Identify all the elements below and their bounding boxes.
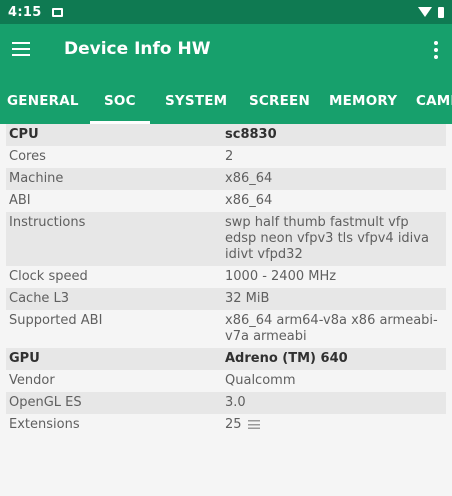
row-value: Qualcomm <box>225 373 296 388</box>
row-label: CPU <box>9 127 39 142</box>
info-row-abi: ABI x86_64 <box>6 190 446 212</box>
row-label: Instructions <box>9 215 86 230</box>
row-value: sc8830 <box>225 127 277 142</box>
menu-icon[interactable] <box>12 42 30 56</box>
tab-general[interactable]: GENERAL <box>7 78 79 124</box>
row-value: 1000 - 2400 MHz <box>225 269 337 284</box>
info-row-opengl-es: OpenGL ES 3.0 <box>6 392 446 414</box>
row-label: Cores <box>9 149 46 164</box>
row-value: x86_64 <box>225 171 273 186</box>
status-bar: 4:15 <box>0 0 452 24</box>
info-row-cpu: CPU sc8830 <box>6 124 446 146</box>
row-value: x86_64 arm64-v8a x86 armeabi-v7a armeabi <box>225 313 438 344</box>
row-label: Supported ABI <box>9 313 103 328</box>
list-icon[interactable] <box>247 420 260 429</box>
tab-camera[interactable]: CAME <box>416 78 452 124</box>
row-label: Clock speed <box>9 269 88 284</box>
row-label: Vendor <box>9 373 55 388</box>
tab-soc[interactable]: SOC <box>90 78 150 124</box>
more-options-icon[interactable] <box>434 41 438 59</box>
wifi-icon <box>418 7 432 17</box>
row-value: 25 <box>225 417 444 433</box>
info-row-gpu: GPU Adreno (TM) 640 <box>6 348 446 370</box>
status-time: 4:15 <box>8 4 42 20</box>
tab-memory[interactable]: MEMORY <box>329 78 397 124</box>
info-row-cores: Cores 2 <box>6 146 446 168</box>
tab-system[interactable]: SYSTEM <box>165 78 227 124</box>
row-value: 3.0 <box>225 395 246 410</box>
row-label: GPU <box>9 351 40 366</box>
row-label: Cache L3 <box>9 291 70 306</box>
info-row-vendor: Vendor Qualcomm <box>6 370 446 392</box>
info-row-extensions[interactable]: Extensions 25 <box>6 414 446 436</box>
info-row-machine: Machine x86_64 <box>6 168 446 190</box>
battery-icon <box>438 6 444 18</box>
tab-screen[interactable]: SCREEN <box>249 78 310 124</box>
info-row-instructions: Instructions swp half thumb fastmult vfp… <box>6 212 446 266</box>
info-row-cache-l3: Cache L3 32 MiB <box>6 288 446 310</box>
extensions-count: 25 <box>225 417 242 432</box>
tab-bar: GENERAL SOC SYSTEM SCREEN MEMORY CAME <box>0 78 452 124</box>
soc-info-list: CPU sc8830 Cores 2 Machine x86_64 ABI x8… <box>6 124 446 436</box>
app-title: Device Info HW <box>64 39 211 59</box>
row-label: ABI <box>9 193 31 208</box>
row-value: 32 MiB <box>225 291 270 306</box>
info-row-clock-speed: Clock speed 1000 - 2400 MHz <box>6 266 446 288</box>
row-value: x86_64 <box>225 193 273 208</box>
notification-icon <box>51 7 63 17</box>
app-bar: Device Info HW <box>0 24 452 78</box>
status-icons <box>418 6 444 18</box>
row-value: Adreno (TM) 640 <box>225 351 348 366</box>
info-row-supported-abi: Supported ABI x86_64 arm64-v8a x86 armea… <box>6 310 446 348</box>
row-label: Machine <box>9 171 64 186</box>
row-label: Extensions <box>9 417 80 432</box>
row-label: OpenGL ES <box>9 395 82 410</box>
row-value: 2 <box>225 149 234 164</box>
row-value: swp half thumb fastmult vfp edsp neon vf… <box>225 215 429 262</box>
